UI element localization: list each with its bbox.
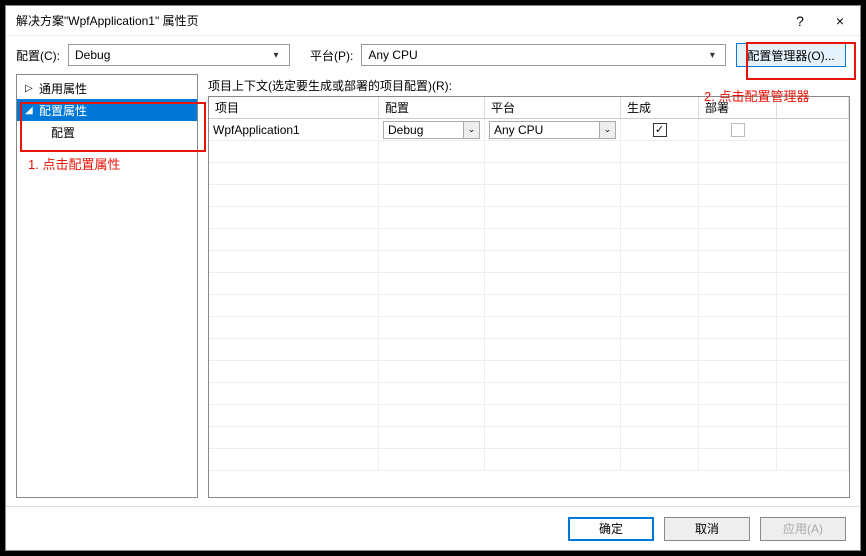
tree-label: 配置属性 [39,102,87,119]
row-platform-value: Any CPU [490,123,599,137]
cell-build: ✓ [621,119,699,141]
grid-rows: WpfApplication1 Debug ⌄ Any CPU ⌄ [209,119,849,497]
platform-combo[interactable]: Any CPU ▾ [361,44,726,66]
config-value: Debug [75,48,269,62]
config-manager-label: 配置管理器(O)... [747,47,834,64]
table-row [209,251,849,273]
apply-button[interactable]: 应用(A) [760,517,846,541]
table-row [209,141,849,163]
table-row [209,339,849,361]
tree-node-config-props[interactable]: ◢ 配置属性 [17,99,197,121]
chevron-down-icon: ◢ [25,105,35,116]
table-row [209,273,849,295]
chevron-down-icon: ▾ [269,50,283,61]
table-row [209,449,849,471]
table-row [209,229,849,251]
col-config[interactable]: 配置 [379,97,485,118]
chevron-right-icon: ▷ [25,83,35,94]
titlebar: 解决方案"WpfApplication1" 属性页 ? × [6,6,860,36]
tree-label: 通用属性 [39,80,87,97]
cell-project: WpfApplication1 [209,119,379,141]
table-row [209,317,849,339]
cancel-button[interactable]: 取消 [664,517,750,541]
deploy-checkbox [731,123,745,137]
chevron-down-icon: ⌄ [463,122,479,138]
table-row [209,383,849,405]
row-platform-combo[interactable]: Any CPU ⌄ [489,121,616,139]
right-pane: 项目上下文(选定要生成或部署的项目配置)(R): 项目 配置 平台 生成 部署 … [208,74,850,498]
row-config-combo[interactable]: Debug ⌄ [383,121,480,139]
table-row [209,163,849,185]
tree-node-config[interactable]: 配置 [17,121,197,143]
table-row [209,427,849,449]
table-row [209,185,849,207]
window-title: 解决方案"WpfApplication1" 属性页 [16,12,780,29]
tree-node-common[interactable]: ▷ 通用属性 [17,77,197,99]
col-build[interactable]: 生成 [621,97,699,118]
grid-header: 项目 配置 平台 生成 部署 [209,97,849,119]
cell-deploy [699,119,777,141]
col-platform[interactable]: 平台 [485,97,621,118]
properties-tree: ▷ 通用属性 ◢ 配置属性 配置 [16,74,198,498]
col-filler [777,97,849,118]
table-row [209,295,849,317]
context-label: 项目上下文(选定要生成或部署的项目配置)(R): [208,74,850,96]
chevron-down-icon: ⌄ [599,122,615,138]
help-button[interactable]: ? [780,7,820,35]
col-deploy[interactable]: 部署 [699,97,777,118]
cell-filler [777,119,849,141]
platform-label: 平台(P): [310,47,353,64]
platform-value: Any CPU [368,48,705,62]
config-label: 配置(C): [16,47,60,64]
ok-button[interactable]: 确定 [568,517,654,541]
table-row [209,207,849,229]
col-project[interactable]: 项目 [209,97,379,118]
project-context-grid: 项目 配置 平台 生成 部署 WpfApplication1 Debug ⌄ [208,96,850,498]
table-row: WpfApplication1 Debug ⌄ Any CPU ⌄ [209,119,849,141]
row-config-value: Debug [384,123,463,137]
tree-label: 配置 [51,124,75,141]
config-manager-button[interactable]: 配置管理器(O)... [736,43,845,67]
cell-config: Debug ⌄ [379,119,485,141]
toolbar: 配置(C): Debug ▾ 平台(P): Any CPU ▾ 配置管理器(O)… [6,36,860,74]
footer: 确定 取消 应用(A) [6,506,860,550]
close-button[interactable]: × [820,7,860,35]
table-row [209,361,849,383]
table-row [209,405,849,427]
properties-dialog: 解决方案"WpfApplication1" 属性页 ? × 配置(C): Deb… [5,5,861,551]
config-combo[interactable]: Debug ▾ [68,44,290,66]
body: ▷ 通用属性 ◢ 配置属性 配置 项目上下文(选定要生成或部署的项目配置)(R)… [6,74,860,506]
cell-platform: Any CPU ⌄ [485,119,621,141]
build-checkbox[interactable]: ✓ [653,123,667,137]
chevron-down-icon: ▾ [705,50,719,61]
